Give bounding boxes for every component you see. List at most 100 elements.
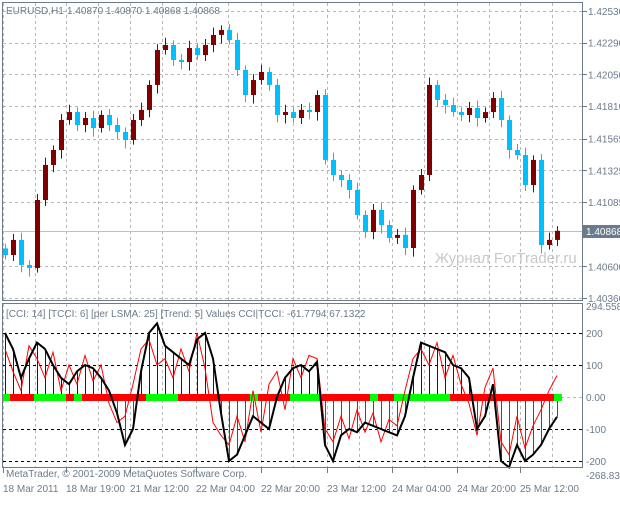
candle-body <box>299 109 304 118</box>
trend-segment <box>514 394 522 401</box>
trend-segment <box>258 394 266 401</box>
candle-body <box>123 132 128 140</box>
candle-body <box>131 119 136 140</box>
candle-body <box>51 150 56 165</box>
candle-body <box>411 189 416 249</box>
candle-body <box>227 30 232 40</box>
symbol-label: EURUSD,H1 <box>6 6 64 17</box>
tcci-line <box>4 332 558 456</box>
trend-segment <box>42 394 50 401</box>
price-label: 1.41325 <box>588 166 620 177</box>
trend-segment <box>306 394 314 401</box>
trend-segment <box>98 394 106 401</box>
watermark: Журнал ForTrader.ru <box>435 250 577 267</box>
candle-body <box>147 84 152 110</box>
trend-segment <box>234 394 242 401</box>
trend-segment <box>474 394 482 401</box>
price-label: 1.42530 <box>588 7 620 18</box>
trend-segment <box>186 394 194 401</box>
trend-segment <box>298 394 306 401</box>
candle-body <box>491 98 496 113</box>
candle-body <box>379 209 384 225</box>
candle-body <box>187 48 192 63</box>
trend-segment <box>18 394 26 401</box>
candle-body <box>19 239 24 265</box>
candle-body <box>155 50 160 85</box>
trend-segment <box>322 394 330 401</box>
candle-body <box>315 94 320 113</box>
candle-body <box>427 84 432 175</box>
cci-indicator <box>2 321 562 470</box>
candle-body <box>3 248 8 256</box>
time-label: 24 Mar 20:00 <box>457 484 516 495</box>
candle-body <box>515 150 520 156</box>
price-label: 1.40600 <box>588 262 620 273</box>
candle-body <box>403 234 408 249</box>
trend-segment <box>354 394 362 401</box>
candle-body <box>451 105 456 113</box>
candle-body <box>307 109 312 113</box>
price-label: 1.42050 <box>588 70 620 81</box>
trend-segment <box>58 394 66 401</box>
candle-body <box>203 44 208 56</box>
candle-body <box>219 30 224 35</box>
trend-segment <box>498 394 506 401</box>
candle-body <box>483 112 488 118</box>
trend-segment <box>138 394 146 401</box>
trend-segment <box>426 394 434 401</box>
trend-segment <box>114 394 122 401</box>
candle-body <box>459 112 464 115</box>
trend-segment <box>290 394 298 401</box>
candle-body <box>11 239 16 256</box>
trend-segment <box>442 394 450 401</box>
time-label: 22 Mar 20:00 <box>261 484 320 495</box>
candle-body <box>291 112 296 118</box>
candle-body <box>35 199 40 268</box>
trend-segment <box>242 394 250 401</box>
ohlc-values: 1.40870 1.40870 1.40868 1.40868 <box>67 6 220 17</box>
copyright: MetaTrader, © 2001-2009 MetaQuotes Softw… <box>6 469 247 480</box>
candle-body <box>347 180 352 190</box>
trend-segment <box>362 394 370 401</box>
trend-segment <box>378 394 386 401</box>
candle-body <box>195 48 200 56</box>
candle-body <box>547 239 552 245</box>
trend-segment <box>410 394 418 401</box>
metatrader-chart[interactable]: Журнал ForTrader.ru EURUSD,H1 1.40870 1.… <box>0 0 620 500</box>
candle-body <box>235 39 240 70</box>
time-label: 18 Mar 19:00 <box>66 484 125 495</box>
candle-body <box>507 119 512 151</box>
trend-segment <box>386 394 394 401</box>
trend-segment <box>50 394 58 401</box>
candle-body <box>387 224 392 238</box>
candle-body <box>59 119 64 151</box>
candle-body <box>419 175 424 190</box>
price-axis[interactable]: 1.42530 1.42290 1.42050 1.41810 1.41565 1.413… <box>583 7 620 305</box>
candle-body <box>499 98 504 120</box>
trend-segment <box>34 394 42 401</box>
trend-segment <box>146 394 154 401</box>
candle-body <box>523 155 528 186</box>
trend-segment <box>330 394 338 401</box>
candle-body <box>475 107 480 118</box>
level-label: 200 <box>586 329 603 340</box>
candle-body <box>75 112 80 126</box>
indicator-pane[interactable] <box>2 303 583 468</box>
candles <box>3 24 560 277</box>
trend-segment <box>194 394 202 401</box>
trend-segment <box>178 394 186 401</box>
trend-segment <box>210 394 218 401</box>
candle-body <box>443 100 448 106</box>
candle-body <box>27 264 32 268</box>
candle-body <box>323 94 328 160</box>
trend-segment <box>434 394 442 401</box>
candle-body <box>275 84 280 115</box>
time-label: 21 Mar 12:00 <box>130 484 189 495</box>
trend-segment <box>522 394 530 401</box>
trend-segment <box>554 394 562 401</box>
candle-body <box>435 84 440 101</box>
candle-body <box>211 34 216 45</box>
candle-body <box>539 159 544 245</box>
time-label: 25 Mar 12:00 <box>520 484 579 495</box>
trend-segment <box>162 394 170 401</box>
